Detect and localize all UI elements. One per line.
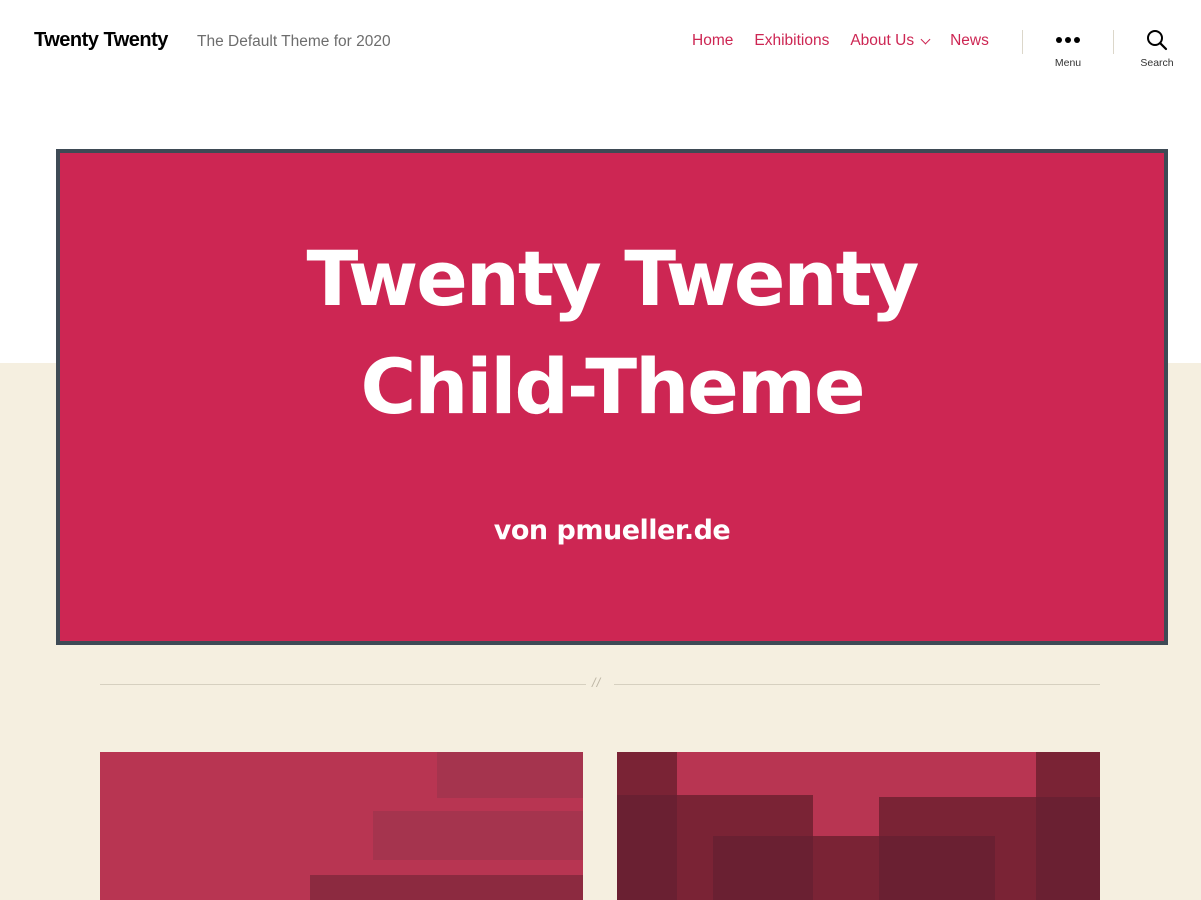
site-title[interactable]: Twenty Twenty (34, 29, 168, 52)
separator-mark: // (592, 675, 602, 690)
header-divider (1113, 30, 1114, 54)
hero-subtitle: von pmueller.de (493, 515, 731, 546)
section-separator-right (614, 684, 1100, 685)
ellipsis-icon (1038, 28, 1098, 52)
site-description: The Default Theme for 2020 (197, 33, 391, 50)
hero-cover: Twenty Twenty Child-Theme von pmueller.d… (56, 149, 1168, 645)
nav-item-exhibitions[interactable]: Exhibitions (754, 32, 829, 50)
section-separator-left (100, 684, 586, 685)
nav-item-label: Exhibitions (754, 32, 830, 49)
chevron-down-icon[interactable] (920, 34, 931, 44)
nav-item-label: About Us (850, 32, 915, 49)
nav-item-label: News (950, 32, 989, 49)
nav-item-about-us[interactable]: About Us (850, 32, 931, 50)
post-thumbnail[interactable] (617, 752, 1100, 900)
menu-toggle-label: Menu (1054, 57, 1082, 69)
hero-title-line: Twenty Twenty (306, 234, 920, 323)
header-divider (1022, 30, 1023, 54)
search-icon (1147, 30, 1168, 51)
site-header: Twenty Twenty The Default Theme for 2020… (0, 0, 1201, 84)
hero-title-line: Child-Theme (360, 342, 866, 431)
search-toggle-label: Search (1140, 57, 1174, 69)
post-thumbnail[interactable] (100, 752, 583, 900)
nav-item-home[interactable]: Home (692, 32, 733, 50)
search-toggle-button[interactable]: Search (1127, 28, 1187, 69)
primary-menu: Home Exhibitions About Us News (692, 32, 989, 50)
nav-item-news[interactable]: News (950, 32, 989, 50)
menu-toggle-button[interactable]: Menu (1038, 28, 1098, 69)
nav-item-label: Home (692, 32, 734, 49)
hero-title: Twenty Twenty Child-Theme (60, 225, 1164, 441)
